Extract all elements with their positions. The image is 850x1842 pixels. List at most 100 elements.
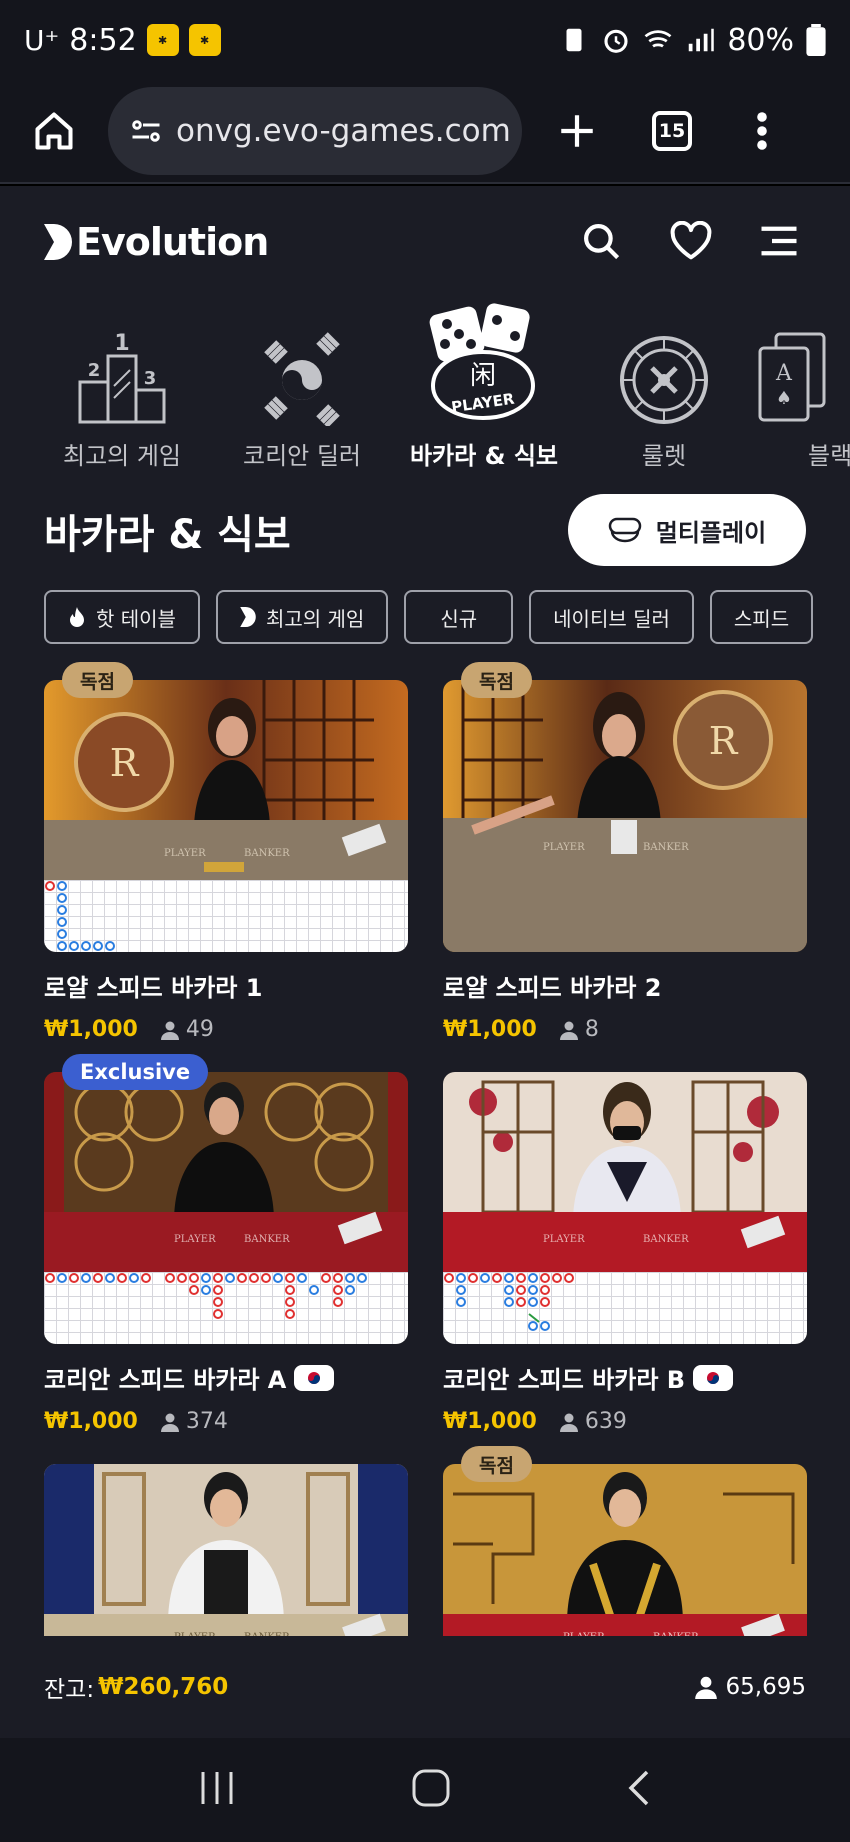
svg-text:1: 1 [114,331,129,356]
min-bet: ₩1,000 [44,1409,138,1434]
balance-value: ₩260,760 [98,1674,229,1700]
back-icon [628,1770,649,1806]
filter-hot-tables[interactable]: 핫 테이블 [44,590,200,644]
player-count: 639 [559,1409,627,1434]
category-top-games[interactable]: 1 2 3 최고의 게임 [32,296,212,471]
game-thumbnail[interactable]: PLAYER BANKER [443,1072,807,1344]
category-roulette[interactable]: 룰렛 [574,296,754,471]
min-bet: ₩1,000 [44,1017,138,1042]
url-text[interactable]: onvg.evo-games.com [176,113,511,149]
player-count: 374 [160,1409,228,1434]
system-navigation-bar [0,1738,850,1842]
site-settings-icon[interactable] [128,113,164,149]
svg-text:3: 3 [144,368,157,389]
heart-icon [670,221,712,260]
game-thumbnail[interactable]: R PLAYER BANKER [44,680,408,952]
category-label: 블랙 [808,442,850,470]
home-button[interactable] [0,79,108,183]
exclusive-badge: 독점 [461,1446,532,1482]
tab-count: 15 [652,111,692,151]
svg-text:PLAYER: PLAYER [543,842,585,853]
game-card[interactable]: 독점 R PLAYER BANKER 로얄 스피드 바카라 2 ₩1,000 8 [443,662,807,1042]
evolution-mark-icon [44,224,72,260]
svg-text:A: A [775,361,793,386]
game-title[interactable]: 코리안 스피드 바카라 A [44,1360,408,1395]
dealer-video-thumbnail: PLAYER BANKER [443,1464,807,1664]
game-thumbnail[interactable]: PLAYER BANKER [44,1072,408,1344]
browser-menu-button[interactable] [712,111,812,151]
game-card[interactable]: PLAYER BANKER 코리안 스피드 바카라 B ₩1,000 639 [443,1072,807,1434]
address-bar[interactable]: onvg.evo-games.com [108,87,522,175]
korea-flag-icon [294,1364,335,1391]
multiplay-button[interactable]: 멀티플레이 [568,494,806,566]
kakao-notification-icon: ✱ [188,24,221,56]
game-title[interactable]: 로얄 스피드 바카라 2 [443,968,807,1003]
signal-icon [689,28,715,52]
game-card[interactable]: Exclusive PLAYER BANKER 코리안 스피드 바카라 A ₩1… [44,1054,408,1434]
category-baccarat-sicbo[interactable]: 闲 PLAYER 바카라 & 식보 [394,296,574,471]
total-players: 65,695 [694,1674,806,1700]
svg-text:PLAYER: PLAYER [174,1234,216,1245]
game-title[interactable]: 로얄 스피드 바카라 1 [44,968,408,1003]
home-icon [35,112,73,150]
carrier-label: U⁺ [24,23,60,57]
roadmap-board [44,880,408,952]
new-tab-button[interactable] [522,110,632,152]
menu-button[interactable] [754,216,804,266]
balance-footer: 잔고: ₩260,760 65,695 [0,1636,850,1738]
game-thumbnail[interactable]: R PLAYER BANKER [443,680,807,952]
dice-player-icon: 闲 PLAYER [429,303,536,421]
home-nav-button[interactable] [411,1768,451,1812]
search-icon [584,224,620,260]
favorites-button[interactable] [666,216,716,266]
svg-text:BANKER: BANKER [643,1234,689,1245]
filter-speed[interactable]: 스피드 [709,590,814,644]
user-icon [694,1676,717,1699]
korea-flag-icon [264,332,340,426]
wifi-icon [644,30,672,48]
exclusive-badge: Exclusive [62,1054,209,1090]
back-button[interactable] [625,1768,653,1812]
filter-top-games[interactable]: 최고의 게임 [215,590,389,644]
roadmap-board [443,1272,807,1344]
game-title[interactable]: 코리안 스피드 바카라 B [443,1360,807,1395]
category-label: 최고의 게임 [62,442,182,470]
recent-apps-button[interactable] [197,1770,237,1810]
game-card[interactable]: 독점 PLAYER BANKER [443,1446,807,1664]
clock: 8:52 [69,22,137,58]
svg-text:R: R [110,741,140,785]
dealer-video-thumbnail: PLAYER BANKER [44,1464,408,1664]
evolution-logo[interactable]: Evolution [44,220,269,264]
category-label: 룰렛 [641,442,687,470]
category-korean-dealer[interactable]: 코리안 딜러 [212,296,392,471]
game-card[interactable]: PLAYER BANKER [44,1464,408,1664]
dealer-video-thumbnail: R PLAYER BANKER [44,680,408,880]
game-meta: ₩1,000 639 [443,1409,807,1434]
user-icon [559,1021,578,1040]
filter-native-dealer[interactable]: 네이티브 딜러 [529,590,694,644]
dealer-video-thumbnail: R PLAYER BANKER [443,680,807,952]
svg-text:♠: ♠ [776,388,792,409]
game-thumbnail[interactable]: PLAYER BANKER [443,1464,807,1664]
fire-icon [70,607,84,627]
cards-icon: A ♠ [758,332,826,422]
search-button[interactable] [576,216,626,266]
tab-switcher-button[interactable]: 15 [632,111,712,151]
kakao-notification-icon: ✱ [146,24,179,56]
korea-flag-icon [693,1364,734,1391]
menu-icon [761,226,797,256]
game-card[interactable]: 독점 R PLAYER BANKER 로얄 스피드 바카라 1 ₩1,000 4… [44,662,408,1042]
category-label: 바카라 & 식보 [409,442,559,470]
filter-new[interactable]: 신규 [404,590,514,644]
svg-text:BANKER: BANKER [244,848,290,859]
user-icon [160,1021,179,1040]
multiplay-label: 멀티플레이 [655,518,767,547]
battery-percent: 80% [727,22,794,58]
svg-text:BANKER: BANKER [643,842,689,853]
game-meta: ₩1,000 49 [44,1017,408,1042]
alarm-icon [604,29,628,53]
svg-text:R: R [709,719,739,763]
category-blackjack[interactable]: A ♠ 블랙 [756,296,850,471]
plus-icon [561,115,593,147]
game-thumbnail[interactable]: PLAYER BANKER [44,1464,408,1664]
